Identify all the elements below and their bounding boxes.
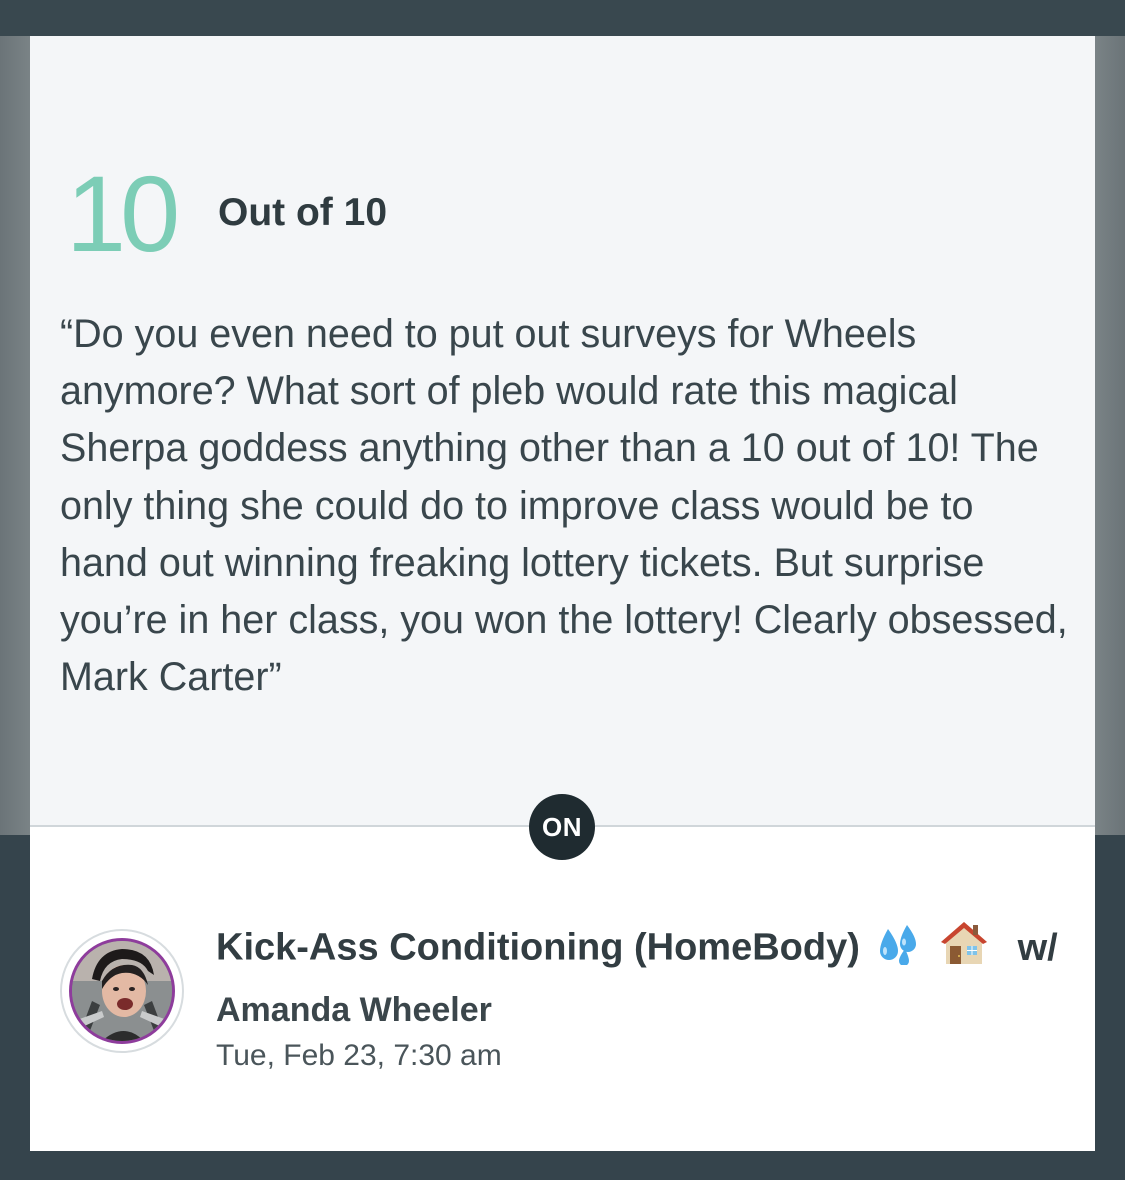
class-title[interactable]: Kick-Ass Conditioning (HomeBody) w/ [216, 920, 1058, 979]
score-value: 10 [66, 153, 180, 274]
class-title-text: Kick-Ass Conditioning (HomeBody) [216, 926, 860, 969]
instructor-photo [69, 938, 175, 1044]
with-label: w/ [1017, 926, 1058, 969]
review-quote: “Do you even need to put out surveys for… [60, 312, 1068, 700]
score-out-of-label: Out of 10 [218, 191, 388, 234]
sweat-droplets-icon [874, 921, 924, 978]
class-datetime: Tue, Feb 23, 7:30 am [216, 1039, 502, 1072]
top-strip [0, 0, 1125, 36]
class-info-panel [30, 827, 1095, 1151]
instructor-name[interactable]: Amanda Wheeler [216, 988, 492, 1032]
on-badge: ON [529, 794, 595, 860]
house-icon [939, 920, 989, 979]
review-card: 10 Out of 10 “Do you even need to put ou… [30, 36, 1095, 1151]
avatar[interactable] [60, 929, 184, 1053]
